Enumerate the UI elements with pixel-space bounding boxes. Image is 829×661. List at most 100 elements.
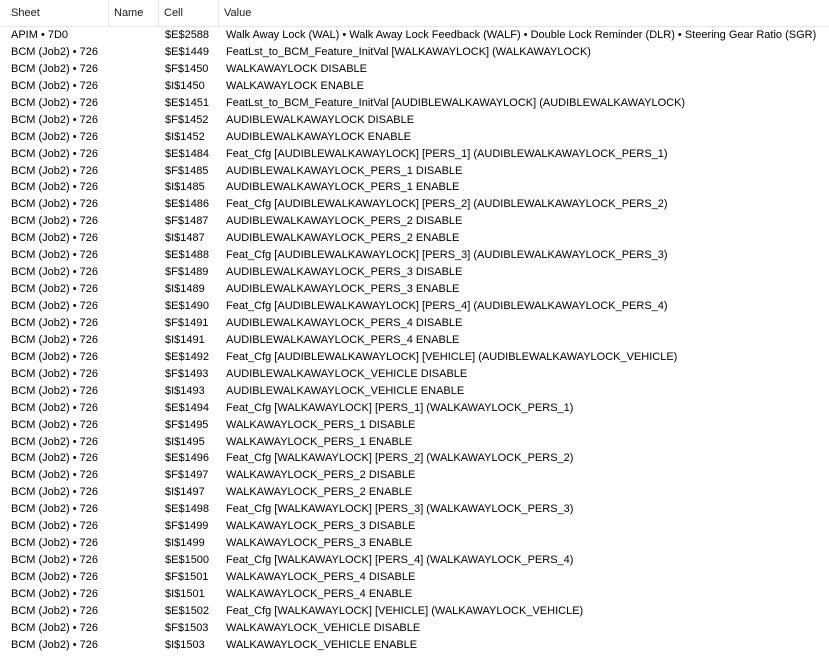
result-sheet: BCM (Job2) • 726 xyxy=(11,164,98,177)
result-row[interactable]: BCM (Job2) • 726 $I$1499 WALKAWAYLOCK_PERS… xyxy=(0,535,829,552)
result-value: AUDIBLEWALKAWAYLOCK_PERS_4 DISABLE xyxy=(226,316,463,329)
result-row[interactable]: BCM (Job2) • 726 $F$1495 WALKAWAYLOCK_PERS… xyxy=(0,417,829,434)
result-value: WALKAWAYLOCK_PERS_1 ENABLE xyxy=(226,435,413,448)
result-cell-ref: $E$1496 xyxy=(165,452,210,465)
column-header-sheet[interactable]: Sheet xyxy=(5,0,109,27)
result-row[interactable]: BCM (Job2) • 726 $E$1490 Feat_Cfg [AUDIBLE… xyxy=(0,298,829,315)
result-cell-ref: $E$1494 xyxy=(165,401,210,414)
result-sheet: BCM (Job2) • 726 xyxy=(11,300,98,312)
result-cell-ref: $E$1449 xyxy=(165,45,210,58)
result-row[interactable]: BCM (Job2) • 726 $F$1497 WALKAWAYLOCK_PERS… xyxy=(0,467,829,484)
result-row[interactable]: BCM (Job2) • 726 $E$1486 Feat_Cfg [AUDIBLE… xyxy=(0,196,829,213)
result-value: WALKAWAYLOCK_PERS_4 DISABLE xyxy=(226,571,416,583)
result-row[interactable]: BCM (Job2) • 726 $E$1502 Feat_Cfg [WALKAWA… xyxy=(0,603,829,620)
result-row[interactable]: BCM (Job2) • 726 $E$1496 Feat_Cfg [WALKAWA… xyxy=(0,450,829,467)
result-sheet: BCM (Job2) • 726 xyxy=(11,130,98,143)
result-sheet: BCM (Job2) • 726 xyxy=(11,367,98,380)
result-value: Feat_Cfg [WALKAWAYLOCK] [VEHICLE] (WALKA… xyxy=(226,604,584,617)
result-row[interactable]: APIM • 7D0 $E$2588 Walk Away Lock (WAL) • … xyxy=(0,27,829,44)
result-value: Feat_Cfg [AUDIBLEWALKAWAYLOCK] [PERS_1] … xyxy=(226,147,668,160)
result-cell-ref: $F$1493 xyxy=(165,367,209,380)
result-sheet: APIM • 7D0 xyxy=(11,29,69,41)
column-header-name[interactable]: Name xyxy=(109,0,159,27)
result-value: AUDIBLEWALKAWAYLOCK_PERS_2 ENABLE xyxy=(226,232,460,245)
result-cell-ref: $F$1497 xyxy=(165,469,209,482)
result-cell-ref: $F$1450 xyxy=(165,62,209,75)
result-row[interactable]: BCM (Job2) • 726 $F$1489 AUDIBLEWALKAWAYLO… xyxy=(0,264,829,281)
result-row[interactable]: BCM (Job2) • 726 $E$1451 FeatLst_to_BCM_Fe… xyxy=(0,95,829,112)
result-row[interactable]: BCM (Job2) • 726 $E$1500 Feat_Cfg [WALKAWA… xyxy=(0,552,829,569)
result-row[interactable]: BCM (Job2) • 726 $E$1498 Feat_Cfg [WALKAWA… xyxy=(0,501,829,518)
result-row[interactable]: BCM (Job2) • 726 $I$1497 WALKAWAYLOCK_PERS… xyxy=(0,484,829,501)
result-row[interactable]: BCM (Job2) • 726 $I$1495 WALKAWAYLOCK_PERS… xyxy=(0,434,829,451)
column-header-row: Sheet Name Cell Value xyxy=(0,0,829,27)
result-sheet: BCM (Job2) • 726 xyxy=(11,571,98,583)
result-value: WALKAWAYLOCK_PERS_3 ENABLE xyxy=(226,537,413,550)
result-row[interactable]: BCM (Job2) • 726 $E$1488 Feat_Cfg [AUDIBLE… xyxy=(0,247,829,264)
result-sheet: BCM (Job2) • 726 xyxy=(11,486,98,499)
result-row[interactable]: BCM (Job2) • 726 $I$1487 AUDIBLEWALKAWAYLO… xyxy=(0,230,829,247)
result-row[interactable]: BCM (Job2) • 726 $I$1493 AUDIBLEWALKAWAYLO… xyxy=(0,383,829,400)
result-sheet: BCM (Job2) • 726 xyxy=(11,537,98,550)
result-sheet: BCM (Job2) • 726 xyxy=(11,147,98,160)
result-row[interactable]: BCM (Job2) • 726 $F$1487 AUDIBLEWALKAWAYLO… xyxy=(0,213,829,230)
result-value: AUDIBLEWALKAWAYLOCK_PERS_4 ENABLE xyxy=(226,333,460,346)
result-value: Feat_Cfg [WALKAWAYLOCK] [PERS_1] (WALKAW… xyxy=(226,401,574,414)
result-cell-ref: $E$1451 xyxy=(165,96,210,109)
result-cell-ref: $F$1491 xyxy=(165,316,209,329)
result-sheet: BCM (Job2) • 726 xyxy=(11,604,98,617)
result-row[interactable]: BCM (Job2) • 726 $F$1491 AUDIBLEWALKAWAYLO… xyxy=(0,315,829,332)
result-cell-ref: $F$1487 xyxy=(165,215,209,228)
result-sheet: BCM (Job2) • 726 xyxy=(11,316,98,329)
result-row[interactable]: BCM (Job2) • 726 $E$1492 Feat_Cfg [AUDIBLE… xyxy=(0,349,829,366)
result-sheet: BCM (Job2) • 726 xyxy=(11,283,98,296)
result-value: AUDIBLEWALKAWAYLOCK_PERS_1 DISABLE xyxy=(226,164,463,177)
column-header-cell[interactable]: Cell xyxy=(159,0,219,27)
result-row[interactable]: BCM (Job2) • 726 $F$1452 AUDIBLEWALKAWAYLO… xyxy=(0,112,829,129)
result-row[interactable]: BCM (Job2) • 726 $E$1449 FeatLst_to_BCM_Fe… xyxy=(0,44,829,61)
result-cell-ref: $F$1501 xyxy=(165,571,209,583)
result-value: AUDIBLEWALKAWAYLOCK DISABLE xyxy=(226,113,415,126)
find-results-grid: Sheet Name Cell Value APIM • 7D0 $E$2588 W… xyxy=(0,0,829,651)
result-row[interactable]: BCM (Job2) • 726 $I$1452 AUDIBLEWALKAWAYLO… xyxy=(0,129,829,146)
result-cell-ref: $E$1486 xyxy=(165,198,210,211)
result-value: Feat_Cfg [AUDIBLEWALKAWAYLOCK] [PERS_3] … xyxy=(226,249,668,262)
result-sheet: BCM (Job2) • 726 xyxy=(11,79,98,92)
result-sheet: BCM (Job2) • 726 xyxy=(11,350,98,363)
result-cell-ref: $E$1484 xyxy=(165,147,210,160)
column-header-value[interactable]: Value xyxy=(219,0,829,26)
result-row[interactable]: BCM (Job2) • 726 $E$1494 Feat_Cfg [WALKAWA… xyxy=(0,400,829,417)
result-row[interactable]: BCM (Job2) • 726 $I$1450 WALKAWAYLOCK ENAB… xyxy=(0,78,829,95)
result-value: Feat_Cfg [AUDIBLEWALKAWAYLOCK] [VEHICLE]… xyxy=(226,350,678,363)
result-row[interactable]: BCM (Job2) • 726 $I$1485 AUDIBLEWALKAWAYLO… xyxy=(0,179,829,196)
result-cell-ref: $I$1452 xyxy=(165,130,205,143)
result-row[interactable]: BCM (Job2) • 726 $I$1503 WALKAWAYLOCK_VEHI… xyxy=(0,637,829,654)
result-cell-ref: $E$1502 xyxy=(165,604,210,617)
result-row[interactable]: BCM (Job2) • 726 $F$1503 WALKAWAYLOCK_VEHI… xyxy=(0,620,829,637)
result-value: AUDIBLEWALKAWAYLOCK_PERS_1 ENABLE xyxy=(226,181,460,194)
result-cell-ref: $I$1495 xyxy=(165,435,205,448)
result-cell-ref: $F$1499 xyxy=(165,520,209,533)
result-sheet: BCM (Job2) • 726 xyxy=(11,435,98,448)
result-sheet: BCM (Job2) • 726 xyxy=(11,554,98,567)
result-row[interactable]: BCM (Job2) • 726 $F$1450 WALKAWAYLOCK DISA… xyxy=(0,61,829,78)
result-sheet: BCM (Job2) • 726 xyxy=(11,266,98,279)
result-row[interactable]: BCM (Job2) • 726 $I$1489 AUDIBLEWALKAWAYLO… xyxy=(0,281,829,298)
result-value: FeatLst_to_BCM_Feature_InitVal [AUDIBLEW… xyxy=(226,96,686,109)
result-cell-ref: $E$1500 xyxy=(165,554,210,567)
result-value: WALKAWAYLOCK_PERS_2 DISABLE xyxy=(226,469,416,482)
result-value: Feat_Cfg [AUDIBLEWALKAWAYLOCK] [PERS_4] … xyxy=(226,300,668,312)
result-value: WALKAWAYLOCK ENABLE xyxy=(226,79,364,92)
result-row[interactable]: BCM (Job2) • 726 $E$1484 Feat_Cfg [AUDIBLE… xyxy=(0,146,829,163)
result-row[interactable]: BCM (Job2) • 726 $I$1491 AUDIBLEWALKAWAYLO… xyxy=(0,332,829,349)
result-value: Feat_Cfg [WALKAWAYLOCK] [PERS_3] (WALKAW… xyxy=(226,503,574,516)
result-value: WALKAWAYLOCK_PERS_1 DISABLE xyxy=(226,418,416,431)
result-cell-ref: $I$1489 xyxy=(165,283,205,296)
result-row[interactable]: BCM (Job2) • 726 $F$1485 AUDIBLEWALKAWAYLO… xyxy=(0,163,829,180)
result-row[interactable]: BCM (Job2) • 726 $F$1493 AUDIBLEWALKAWAYLO… xyxy=(0,366,829,383)
result-cell-ref: $E$1488 xyxy=(165,249,210,262)
result-row[interactable]: BCM (Job2) • 726 $I$1501 WALKAWAYLOCK_PERS… xyxy=(0,586,829,603)
result-row[interactable]: BCM (Job2) • 726 $F$1501 WALKAWAYLOCK_PERS… xyxy=(0,569,829,586)
result-cell-ref: $I$1485 xyxy=(165,181,205,194)
result-row[interactable]: BCM (Job2) • 726 $F$1499 WALKAWAYLOCK_PERS… xyxy=(0,518,829,535)
